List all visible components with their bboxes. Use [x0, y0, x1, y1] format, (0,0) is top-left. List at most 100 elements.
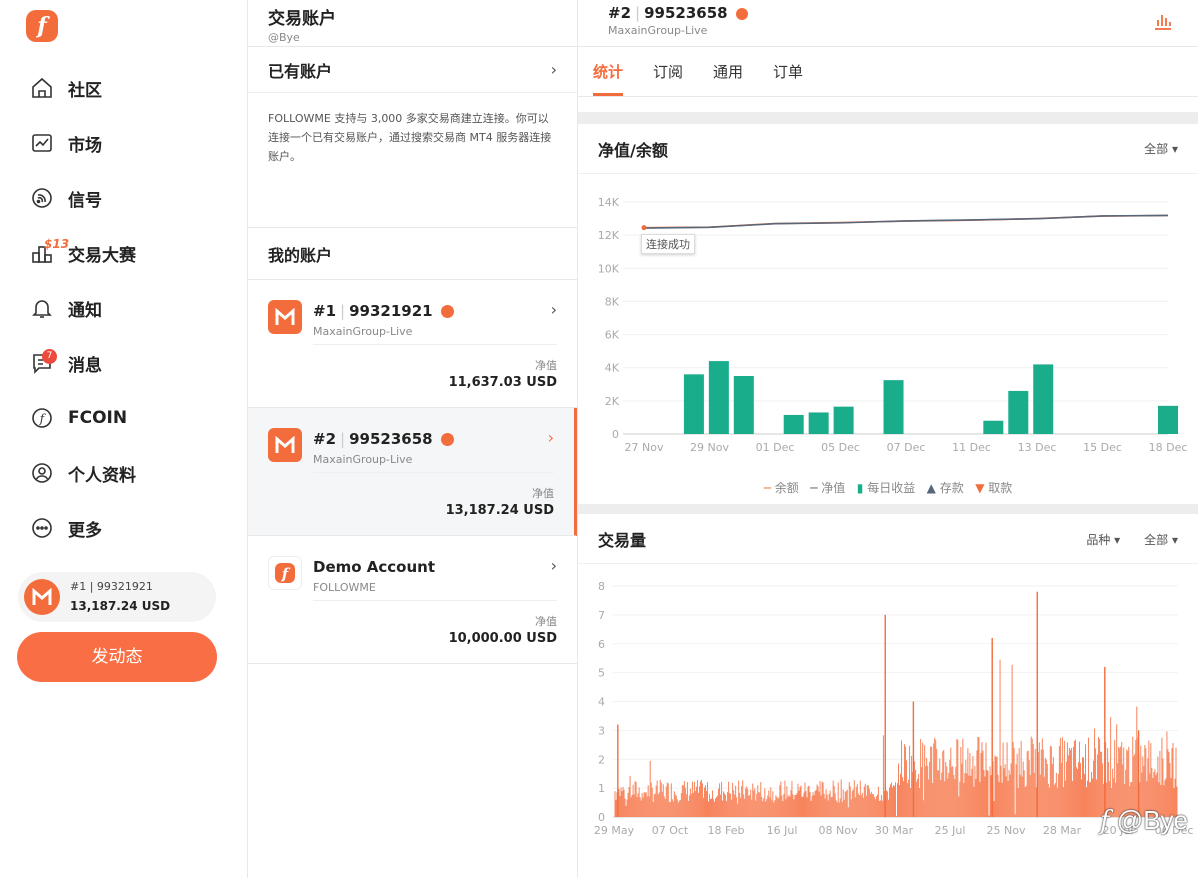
followme-logo[interactable]: f	[26, 10, 58, 42]
post-button[interactable]: 发动态	[17, 632, 217, 682]
range-filter[interactable]: 全部 ▾	[1144, 533, 1178, 547]
x-tick-label: 05 Dec	[821, 441, 860, 454]
volume-title: 交易量	[598, 530, 647, 550]
maxain-logo-icon	[268, 300, 302, 334]
y-tick-label: 8	[598, 580, 605, 593]
account-card-1[interactable]: #1 | 99321921 MaxainGroup-Live › 净值 11,637…	[248, 280, 577, 408]
nav-item-market[interactable]: 市场	[30, 123, 230, 163]
x-tick-label: 25 Nov	[987, 824, 1026, 837]
net-value: 13,187.24 USD	[445, 503, 554, 518]
x-tick-label: 11 Dec	[952, 441, 991, 454]
tab-orders[interactable]: 订单	[773, 47, 803, 96]
symbol-filter[interactable]: 品种 ▾	[1086, 533, 1120, 547]
y-tick-label: 4	[598, 696, 605, 709]
followme-logo-icon: f	[268, 556, 302, 590]
y-tick-label: 6	[598, 638, 605, 651]
nav-label: 交易大赛	[68, 245, 136, 266]
maxain-avatar	[24, 579, 60, 615]
x-tick-label: 13 Dec	[1018, 441, 1057, 454]
svg-text:f: f	[39, 412, 47, 426]
chevron-right-icon: ›	[550, 300, 557, 319]
y-tick-label: 10K	[598, 262, 620, 275]
detail-tabs: 统计 订阅 通用 订单	[578, 47, 1198, 97]
tab-general[interactable]: 通用	[713, 47, 743, 96]
pill-account-id: #1 | 99321921	[70, 580, 153, 593]
net-value: 11,637.03 USD	[448, 375, 557, 390]
existing-account-row[interactable]: 已有账户 ›	[248, 47, 577, 93]
daily-profit-bar	[683, 374, 704, 434]
y-tick-label: 0	[598, 811, 605, 824]
stats-chart-icon[interactable]	[1152, 10, 1174, 36]
equity-card-header: 净值/余额 全部 ▾	[578, 124, 1198, 174]
nav-label: 社区	[68, 80, 102, 101]
equity-annotation: 连接成功	[641, 234, 695, 254]
equity-filter[interactable]: 全部 ▾	[1144, 140, 1178, 157]
volume-card-header: 交易量 品种 ▾ 全部 ▾	[578, 514, 1198, 564]
nav-item-more[interactable]: 更多	[30, 508, 230, 548]
account-card-demo[interactable]: f Demo Account FOLLOWME › 净值 10,000.00 U…	[248, 536, 577, 664]
x-tick-label: 07 Dec	[887, 441, 926, 454]
nav-item-community[interactable]: 社区	[30, 68, 230, 108]
chevron-right-icon: ›	[550, 556, 557, 575]
nav-item-notify[interactable]: 通知	[30, 288, 230, 328]
legend-withdraw: 取款	[988, 481, 1013, 495]
fire-icon	[440, 305, 454, 318]
daily-profit-bar	[783, 414, 804, 434]
x-tick-label: 08 Nov	[819, 824, 858, 837]
y-tick-label: 2	[598, 753, 605, 766]
daily-profit-bar	[733, 376, 754, 434]
legend-daily: 每日收益	[867, 481, 916, 495]
account-broker: MaxainGroup-Live	[313, 325, 413, 338]
chevron-right-icon: ›	[547, 428, 554, 447]
y-tick-label: 14K	[598, 196, 620, 209]
tab-subscribe[interactable]: 订阅	[653, 47, 683, 96]
tab-statistics[interactable]: 统计	[593, 47, 624, 96]
x-tick-label: 01 Dec	[756, 441, 795, 454]
detail-account-title: #2 | 99523658	[608, 4, 1168, 22]
x-tick-label: 28 Mar	[1043, 824, 1082, 837]
daily-profit-bar	[1033, 364, 1054, 434]
nav-item-profile[interactable]: 个人资料	[30, 453, 230, 493]
y-tick-label: 3	[598, 724, 605, 737]
net-value-label: 净值	[532, 487, 554, 500]
daily-profit-bar	[708, 361, 729, 434]
more-icon	[30, 516, 54, 540]
net-value-label: 净值	[535, 359, 557, 372]
net-value: 10,000.00 USD	[448, 631, 557, 646]
y-tick-label: 2K	[605, 395, 620, 408]
x-tick-label: 16 Jul	[767, 824, 798, 837]
x-tick-label: 25 Jul	[935, 824, 966, 837]
nav-label: 更多	[68, 520, 102, 541]
daily-profit-bar	[1158, 405, 1178, 434]
y-tick-label: 12K	[598, 229, 620, 242]
nav-item-fcoin[interactable]: f FCOIN	[30, 398, 230, 438]
nav-item-contest[interactable]: $13 交易大赛	[30, 233, 230, 273]
nav-item-signal[interactable]: 信号	[30, 178, 230, 218]
start-point	[641, 225, 647, 231]
nav-label: 个人资料	[68, 465, 136, 486]
accounts-subtitle: @Bye	[268, 31, 300, 44]
nav-label: FCOIN	[68, 408, 128, 428]
x-tick-label: 07 Oct	[652, 824, 689, 837]
x-tick-label: 18 Dec	[1149, 441, 1188, 454]
net-value-label: 净值	[535, 615, 557, 628]
x-tick-label: 27 Nov	[625, 441, 664, 454]
detail-header: #2 | 99523658 MaxainGroup-Live	[578, 0, 1198, 47]
bell-icon	[30, 296, 54, 320]
x-tick-label: 15 Dec	[1083, 441, 1122, 454]
nav-item-message[interactable]: 7 消息	[30, 343, 230, 383]
y-tick-label: 8K	[605, 295, 620, 308]
legend-balance: 余额	[774, 481, 799, 495]
daily-profit-bar	[1008, 390, 1029, 434]
chevron-right-icon: ›	[550, 60, 557, 79]
current-account-pill[interactable]: #1 | 99321921 13,187.24 USD	[18, 572, 216, 622]
accounts-header: 交易账户 @Bye	[248, 0, 577, 47]
detail-broker: MaxainGroup-Live	[608, 24, 708, 37]
daily-profit-bar	[883, 380, 904, 434]
y-tick-label: 1	[598, 782, 605, 795]
accounts-title: 交易账户	[268, 9, 336, 29]
my-accounts-title: 我的账户	[248, 228, 577, 280]
nav-label: 市场	[68, 135, 102, 156]
daily-profit-bar	[983, 420, 1004, 434]
account-card-2[interactable]: #2 | 99523658 MaxainGroup-Live › 净值 13,187…	[248, 408, 577, 536]
